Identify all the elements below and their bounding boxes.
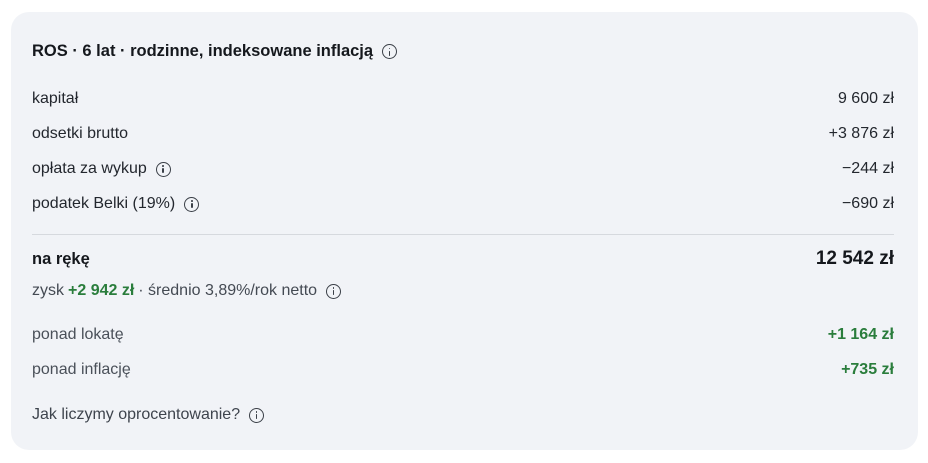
row-value: +1 164 zł (827, 326, 894, 343)
row-value: +735 zł (841, 361, 894, 378)
row-label: podatek Belki (19%) (32, 195, 176, 212)
net-label: na rękę (32, 249, 90, 268)
info-icon[interactable] (155, 161, 171, 177)
row-redemption-fee: opłata za wykup −244 zł (32, 160, 894, 178)
profit-summary: zysk +2 942 zł · średnio 3,89%/rok netto (32, 282, 342, 300)
divider (32, 234, 894, 235)
profit-suffix: · średnio 3,89%/rok netto (138, 282, 318, 299)
row-label: ponad lokatę (32, 326, 124, 343)
row-label: kapitał (32, 90, 79, 107)
card-title: ROS · 6 lat · rodzinne, indeksowane infl… (32, 42, 398, 61)
profit-prefix: zysk (32, 282, 64, 299)
info-icon[interactable] (249, 407, 265, 423)
info-icon[interactable] (382, 44, 398, 59)
bond-summary-card: ROS · 6 lat · rodzinne, indeksowane infl… (11, 12, 918, 450)
row-label-group: opłata za wykup (32, 160, 171, 178)
row-value: +3 876 zł (828, 125, 894, 142)
faq-interest-link[interactable]: Jak liczymy oprocentowanie? (32, 406, 265, 424)
info-icon[interactable] (184, 196, 200, 212)
profit-gain: +2 942 zł (68, 282, 135, 299)
row-belka-tax: podatek Belki (19%) −690 zł (32, 195, 894, 213)
row-capital: kapitał 9 600 zł (32, 90, 894, 108)
row-vs-inflation: ponad inflację +735 zł (32, 361, 894, 379)
card-title-text: ROS · 6 lat · rodzinne, indeksowane infl… (32, 42, 374, 60)
net-value: 12 542 zł (815, 248, 894, 269)
faq-link-text[interactable]: Jak liczymy oprocentowanie? (32, 406, 240, 424)
row-gross-interest: odsetki brutto +3 876 zł (32, 125, 894, 143)
row-value: −690 zł (841, 195, 894, 212)
row-label: odsetki brutto (32, 125, 129, 142)
row-net: na rękę 12 542 zł (32, 248, 894, 270)
row-label: opłata za wykup (32, 160, 147, 177)
row-vs-deposit: ponad lokatę +1 164 zł (32, 326, 894, 344)
row-label-group: podatek Belki (19%) (32, 195, 200, 213)
info-icon[interactable] (326, 283, 342, 299)
row-label: ponad inflację (32, 361, 131, 378)
row-value: −244 zł (841, 160, 894, 177)
row-value: 9 600 zł (837, 90, 894, 107)
